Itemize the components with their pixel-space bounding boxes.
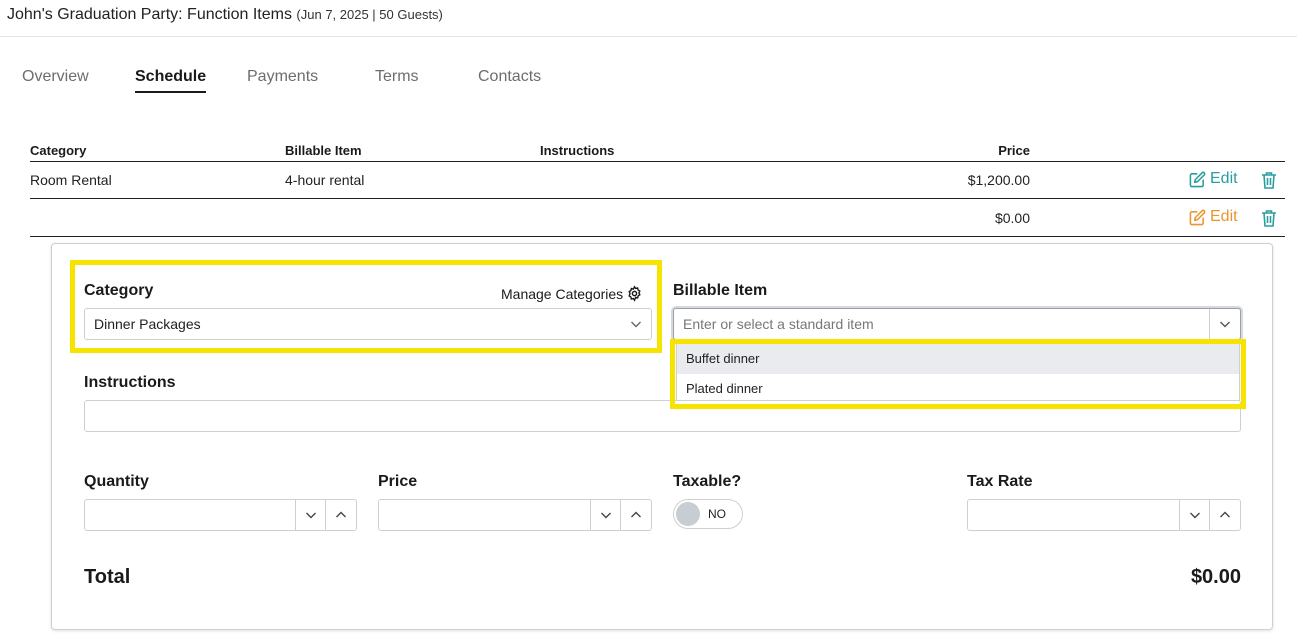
edit-button[interactable]: Edit [1189,208,1238,226]
dropdown-option-buffet-dinner[interactable]: Buffet dinner [677,344,1239,374]
event-details: (Jun 7, 2025 | 50 Guests) [296,7,443,22]
tax-rate-stepper[interactable] [967,499,1241,531]
total-value: $0.00 [1190,566,1241,588]
row-category: Room Rental [30,172,112,188]
col-header-billable-item: Billable Item [285,143,362,158]
price-increment-button[interactable] [620,500,651,530]
price-stepper[interactable] [378,499,652,531]
trash-icon[interactable] [1261,171,1277,189]
page-header: John's Graduation Party: Function Items … [0,0,1297,37]
tab-schedule[interactable]: Schedule [135,68,207,93]
category-select-value: Dinner Packages [94,316,201,332]
row-divider [30,236,1285,237]
instructions-input[interactable] [84,400,1241,432]
page-title: John's Graduation Party: Function Items … [7,6,443,24]
quantity-label: Quantity [84,473,149,490]
billable-item-combobox[interactable] [673,308,1241,340]
toggle-knob [676,502,700,526]
tab-contacts[interactable]: Contacts [478,68,541,91]
edit-button[interactable]: Edit [1189,170,1238,188]
tax-rate-decrement-button[interactable] [1179,500,1210,530]
chevron-up-icon [631,511,641,518]
manage-categories-label: Manage Categories [501,285,624,302]
gear-icon [628,285,641,302]
taxable-label: Taxable? [673,473,742,490]
tab-payments[interactable]: Payments [247,68,318,91]
row-divider [30,198,1285,199]
trash-icon[interactable] [1261,209,1277,227]
tab-terms[interactable]: Terms [375,68,419,91]
edit-icon [1189,209,1206,225]
taxable-toggle-text: NO [708,507,726,521]
row-billable-item: 4-hour rental [285,172,365,188]
billable-item-dropdown: Buffet dinner Plated dinner [676,343,1240,405]
chevron-down-icon [631,321,641,328]
chevron-up-icon [1220,511,1230,518]
taxable-toggle[interactable]: NO [673,499,743,529]
row-price: $0.00 [994,210,1030,226]
category-select[interactable]: Dinner Packages [84,308,652,340]
quantity-stepper[interactable] [84,499,357,531]
billable-item-toggle[interactable] [1209,309,1240,339]
edit-label: Edit [1210,170,1238,187]
chevron-down-icon [601,512,611,519]
tax-rate-increment-button[interactable] [1209,500,1240,530]
row-price: $1,200.00 [967,172,1030,188]
col-header-category: Category [30,143,87,158]
item-edit-form: Category Manage Categories Dinner Packag… [51,243,1273,630]
billable-item-input[interactable] [674,309,1208,339]
chevron-down-icon [1220,321,1230,328]
header-divider [30,161,1285,162]
price-label: Price [378,473,418,490]
chevron-up-icon [336,511,346,518]
event-title: John's Graduation Party: Function Items [7,6,292,23]
quantity-decrement-button[interactable] [295,500,326,530]
billable-item-label: Billable Item [673,282,768,299]
col-header-price: Price [998,143,1030,158]
category-label: Category [84,282,154,299]
tax-rate-label: Tax Rate [967,473,1033,490]
col-header-instructions: Instructions [540,143,615,158]
chevron-down-icon [306,512,316,519]
manage-categories-link[interactable]: Manage Categories [501,285,643,302]
tab-overview[interactable]: Overview [22,68,89,91]
chevron-down-icon [1190,512,1200,519]
total-label: Total [84,566,131,588]
edit-icon [1189,171,1206,187]
instructions-label: Instructions [84,374,176,391]
edit-label: Edit [1210,208,1238,225]
quantity-increment-button[interactable] [325,500,356,530]
price-decrement-button[interactable] [590,500,621,530]
